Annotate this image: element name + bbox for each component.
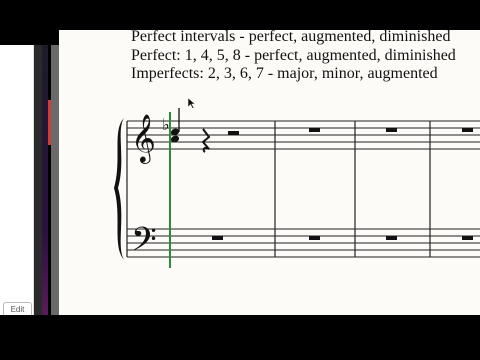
mouse-pointer-icon (187, 97, 196, 109)
bass-clef-icon: 𝄢 (131, 221, 157, 267)
window-edge-gradient (42, 45, 48, 315)
window-edge (34, 45, 42, 315)
treble-clef-icon: 𝄞 (131, 113, 156, 164)
whole-rest-icon (462, 128, 473, 132)
whole-rest-icon (212, 236, 223, 240)
whole-rest-icon (386, 128, 397, 132)
brace-icon (114, 118, 124, 260)
measure-barlines (274, 121, 431, 257)
window-edge-shadow (51, 45, 59, 315)
video-frame: Edit 𝄞 𝄢 ♭ Perfect intervals - perfect, … (0, 0, 480, 360)
treble-staff (127, 120, 480, 150)
quarter-rest-icon (201, 128, 211, 153)
whole-rest-icon (309, 236, 320, 240)
half-rest-icon (228, 131, 239, 135)
letterbox-bottom (0, 315, 480, 360)
header-text-cut: Perfect intervals - perfect, augmented, … (131, 28, 451, 45)
imperfect-intervals-line: Imperfects: 2, 3, 6, 7 - major, minor, a… (131, 65, 438, 82)
bass-staff (127, 228, 480, 258)
whole-rest-icon (309, 128, 320, 132)
flat-accidental-icon: ♭ (162, 115, 170, 134)
whole-rest-icon (462, 236, 473, 240)
chord-note[interactable] (170, 108, 180, 143)
side-panel (0, 45, 34, 315)
whole-rest-icon (386, 236, 397, 240)
perfect-intervals-line: Perfect: 1, 4, 5, 8 - perfect, augmented… (131, 47, 456, 64)
